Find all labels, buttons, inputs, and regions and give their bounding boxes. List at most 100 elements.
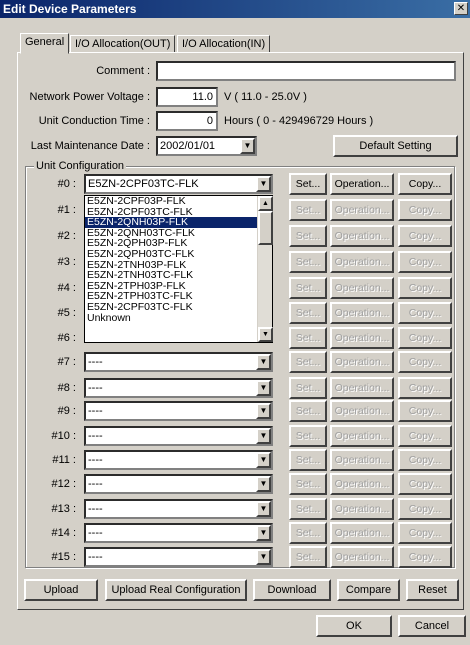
operation-button[interactable]: Operation... — [330, 173, 394, 195]
dropdown-option[interactable]: E5ZN-2CPF03TC-FLK — [85, 302, 272, 313]
operation-button[interactable]: Operation... — [330, 400, 394, 422]
set-button[interactable]: Set... — [289, 302, 327, 324]
copy-button[interactable]: Copy... — [398, 351, 452, 373]
set-button[interactable]: Set... — [289, 400, 327, 422]
set-button[interactable]: Set... — [289, 327, 327, 349]
set-button[interactable]: Set... — [289, 522, 327, 544]
set-button[interactable]: Set... — [289, 173, 327, 195]
unit-model-select[interactable]: ---- ▼ — [84, 450, 273, 470]
unit-model-select[interactable]: ---- ▼ — [84, 499, 273, 519]
chevron-down-icon[interactable]: ▼ — [256, 525, 271, 541]
copy-button[interactable]: Copy... — [398, 173, 452, 195]
default-setting-button[interactable]: Default Setting — [333, 135, 458, 157]
copy-button[interactable]: Copy... — [398, 498, 452, 520]
set-button[interactable]: Set... — [289, 546, 327, 568]
copy-button[interactable]: Copy... — [398, 377, 452, 399]
network-voltage-range: V ( 11.0 - 25.0V ) — [224, 91, 307, 103]
dropdown-option[interactable]: E5ZN-2QPH03TC-FLK — [85, 249, 272, 260]
unit-row-label: #6 : — [57, 332, 76, 344]
tab-general[interactable]: General — [20, 33, 70, 54]
unit-model-select[interactable]: ---- ▼ — [84, 378, 273, 398]
dropdown-option[interactable]: Unknown — [85, 312, 272, 324]
download-button[interactable]: Download — [253, 579, 331, 601]
copy-button[interactable]: Copy... — [398, 225, 452, 247]
tab-io-allocation-out[interactable]: I/O Allocation(OUT) — [70, 35, 176, 53]
upload-button[interactable]: Upload — [24, 579, 98, 601]
conduction-time-field[interactable]: 0 — [156, 111, 218, 131]
chevron-down-icon[interactable]: ▼ — [256, 403, 271, 419]
unit-model-select[interactable]: E5ZN-2CPF03TC-FLK ▼ — [84, 174, 273, 194]
window-title: Edit Device Parameters — [3, 2, 137, 16]
operation-button[interactable]: Operation... — [330, 377, 394, 399]
conduction-time-range: Hours ( 0 - 429496729 Hours ) — [224, 115, 374, 127]
maintenance-date-picker[interactable]: 2002/01/01 ▼ — [156, 136, 257, 156]
unit-model-select[interactable]: ---- ▼ — [84, 426, 273, 446]
chevron-down-icon[interactable]: ▼ — [256, 176, 271, 192]
copy-button[interactable]: Copy... — [398, 522, 452, 544]
unit-model-select[interactable]: ---- ▼ — [84, 523, 273, 543]
unit-model-select[interactable]: ---- ▼ — [84, 547, 273, 567]
upload-real-configuration-button[interactable]: Upload Real Configuration — [105, 579, 247, 601]
operation-button[interactable]: Operation... — [330, 351, 394, 373]
copy-button[interactable]: Copy... — [398, 449, 452, 471]
chevron-down-icon[interactable]: ▼ — [256, 476, 271, 492]
chevron-down-icon[interactable]: ▼ — [256, 354, 271, 370]
copy-button[interactable]: Copy... — [398, 546, 452, 568]
operation-button[interactable]: Operation... — [330, 327, 394, 349]
unit-model-select[interactable]: ---- ▼ — [84, 474, 273, 494]
copy-button[interactable]: Copy... — [398, 473, 452, 495]
cancel-button[interactable]: Cancel — [398, 615, 466, 637]
set-button[interactable]: Set... — [289, 251, 327, 273]
copy-button[interactable]: Copy... — [398, 400, 452, 422]
copy-button[interactable]: Copy... — [398, 327, 452, 349]
set-button[interactable]: Set... — [289, 225, 327, 247]
set-button[interactable]: Set... — [289, 377, 327, 399]
operation-button[interactable]: Operation... — [330, 425, 394, 447]
copy-button[interactable]: Copy... — [398, 199, 452, 221]
dropdown-option[interactable]: E5ZN-2CPF03P-FLK — [85, 196, 272, 207]
unit-model-value: ---- — [88, 430, 103, 442]
close-icon[interactable]: ✕ — [454, 2, 468, 15]
chevron-down-icon[interactable]: ▼ — [240, 138, 255, 154]
operation-button[interactable]: Operation... — [330, 277, 394, 299]
operation-button[interactable]: Operation... — [330, 449, 394, 471]
operation-button[interactable]: Operation... — [330, 225, 394, 247]
set-button[interactable]: Set... — [289, 449, 327, 471]
operation-button[interactable]: Operation... — [330, 199, 394, 221]
chevron-down-icon[interactable]: ▼ — [256, 549, 271, 565]
scroll-thumb[interactable] — [258, 211, 273, 245]
unit-model-dropdown-list[interactable]: E5ZN-2CPF03P-FLK E5ZN-2CPF03TC-FLK E5ZN-2Q… — [84, 195, 273, 343]
unit-model-select[interactable]: ---- ▼ — [84, 352, 273, 372]
dropdown-scrollbar[interactable]: ▲ ▼ — [257, 196, 273, 342]
chevron-down-icon[interactable]: ▼ — [256, 380, 271, 396]
unit-model-select[interactable]: ---- ▼ — [84, 401, 273, 421]
tab-io-allocation-in[interactable]: I/O Allocation(IN) — [177, 35, 271, 53]
operation-button[interactable]: Operation... — [330, 546, 394, 568]
copy-button[interactable]: Copy... — [398, 425, 452, 447]
set-button[interactable]: Set... — [289, 199, 327, 221]
operation-button[interactable]: Operation... — [330, 251, 394, 273]
operation-button[interactable]: Operation... — [330, 498, 394, 520]
scroll-up-icon[interactable]: ▲ — [258, 196, 273, 211]
set-button[interactable]: Set... — [289, 277, 327, 299]
set-button[interactable]: Set... — [289, 351, 327, 373]
ok-button[interactable]: OK — [316, 615, 392, 637]
operation-button[interactable]: Operation... — [330, 473, 394, 495]
chevron-down-icon[interactable]: ▼ — [256, 428, 271, 444]
set-button[interactable]: Set... — [289, 425, 327, 447]
operation-button[interactable]: Operation... — [330, 302, 394, 324]
reset-button[interactable]: Reset — [406, 579, 459, 601]
set-button[interactable]: Set... — [289, 498, 327, 520]
operation-button[interactable]: Operation... — [330, 522, 394, 544]
scroll-down-icon[interactable]: ▼ — [258, 327, 273, 342]
comment-field[interactable] — [156, 61, 456, 81]
compare-button[interactable]: Compare — [337, 579, 400, 601]
unit-row-label: #14 : — [51, 527, 76, 539]
copy-button[interactable]: Copy... — [398, 277, 452, 299]
chevron-down-icon[interactable]: ▼ — [256, 452, 271, 468]
chevron-down-icon[interactable]: ▼ — [256, 501, 271, 517]
set-button[interactable]: Set... — [289, 473, 327, 495]
copy-button[interactable]: Copy... — [398, 302, 452, 324]
network-voltage-field[interactable]: 11.0 — [156, 87, 218, 107]
copy-button[interactable]: Copy... — [398, 251, 452, 273]
